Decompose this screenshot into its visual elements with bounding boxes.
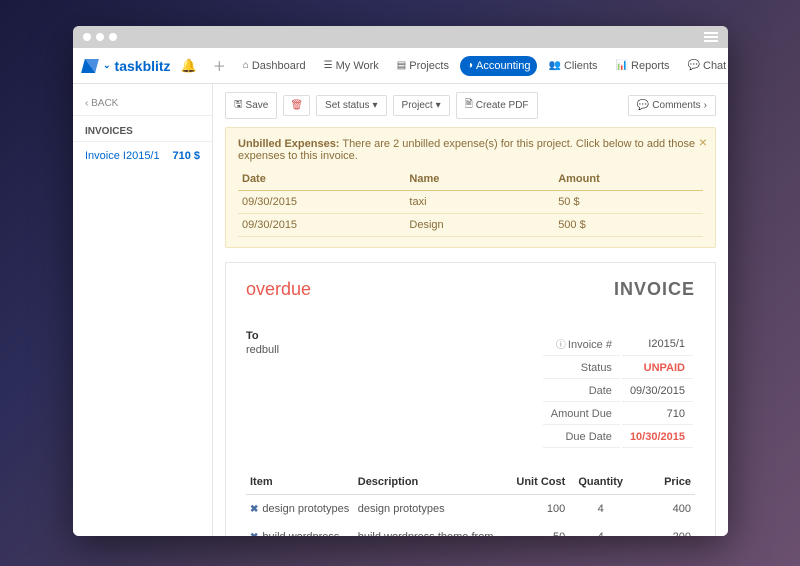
remove-item-icon[interactable]: ✖ xyxy=(250,504,258,515)
app-window: ⌄ taskblitz 🔔 ＋ ⌂Dashboard ☰My Work ▤Pro… xyxy=(73,26,728,536)
line-item-row: ✖design prototypesdesign prototypes10044… xyxy=(246,495,695,524)
menu-icon[interactable] xyxy=(704,32,718,42)
remove-item-icon[interactable]: ✖ xyxy=(250,532,258,536)
set-status-dropdown[interactable]: Set status ▾ xyxy=(316,95,387,116)
brand[interactable]: ⌄ taskblitz xyxy=(83,58,171,74)
titlebar xyxy=(73,26,728,48)
line-item-row: ✖build wordpress theme from the designbu… xyxy=(246,523,695,536)
chat-icon: 💬 xyxy=(688,60,700,71)
main-content: 🖫Save 🗑 Set status ▾ Project ▾ 🗎Create P… xyxy=(213,84,728,536)
caret-down-icon: ▾ xyxy=(436,100,441,111)
chart-icon: 📊 xyxy=(616,60,628,71)
nav-reports[interactable]: 📊Reports xyxy=(609,56,677,76)
alert-title: Unbilled Expenses: xyxy=(238,138,339,150)
expense-row[interactable]: 09/30/2015taxi50 $ xyxy=(238,191,703,214)
nav-clients[interactable]: 👥Clients xyxy=(541,56,604,76)
save-button[interactable]: 🖫Save xyxy=(225,92,277,119)
sidebar-invoice-item[interactable]: Invoice I2015/1 710 $ xyxy=(73,142,212,170)
book-icon: ◑ xyxy=(467,60,473,71)
chevron-right-icon: › xyxy=(704,100,707,111)
plus-icon[interactable]: ＋ xyxy=(207,56,232,75)
nav-chat[interactable]: 💬Chat xyxy=(681,56,728,76)
create-pdf-button[interactable]: 🗎Create PDF xyxy=(456,92,538,119)
navbar: ⌄ taskblitz 🔔 ＋ ⌂Dashboard ☰My Work ▤Pro… xyxy=(73,48,728,84)
nav-dashboard[interactable]: ⌂Dashboard xyxy=(236,56,313,76)
home-icon: ⌂ xyxy=(243,60,249,71)
unbilled-expenses-alert: × Unbilled Expenses: There are 2 unbille… xyxy=(225,127,716,248)
invoice-meta: ⓘInvoice #I2015/1 StatusUNPAID Date09/30… xyxy=(541,330,695,450)
save-icon: 🖫 xyxy=(234,97,243,114)
close-icon[interactable]: × xyxy=(699,134,707,150)
window-controls[interactable] xyxy=(83,33,117,41)
comment-icon: 💬 xyxy=(637,100,649,111)
overdue-badge: overdue xyxy=(246,279,311,300)
sidebar-heading: INVOICES xyxy=(73,116,212,142)
nav-projects[interactable]: ▤Projects xyxy=(390,56,456,76)
logo-icon xyxy=(81,59,99,73)
expense-row[interactable]: 09/30/2015Design500 $ xyxy=(238,214,703,237)
pdf-icon: 🗎 xyxy=(465,97,473,114)
to-block: To redbull xyxy=(246,330,279,450)
comments-button[interactable]: 💬Comments › xyxy=(628,95,716,116)
sidebar: ‹ BACK INVOICES Invoice I2015/1 710 $ xyxy=(73,84,213,536)
brand-name: taskblitz xyxy=(115,58,171,74)
invoice-heading: INVOICE xyxy=(614,279,695,300)
chevron-down-icon: ⌄ xyxy=(103,60,111,71)
project-dropdown[interactable]: Project ▾ xyxy=(393,95,450,116)
line-items-table: Item Description Unit Cost Quantity Pric… xyxy=(246,470,695,536)
info-icon[interactable]: ⓘ xyxy=(556,340,566,351)
trash-icon: 🗑 xyxy=(290,100,303,111)
toolbar: 🖫Save 🗑 Set status ▾ Project ▾ 🗎Create P… xyxy=(225,92,716,119)
bell-icon[interactable]: 🔔 xyxy=(175,58,203,74)
nav-accounting[interactable]: ◑Accounting xyxy=(460,56,537,76)
caret-down-icon: ▾ xyxy=(373,100,378,111)
delete-button[interactable]: 🗑 xyxy=(283,95,310,116)
nav-mywork[interactable]: ☰My Work xyxy=(317,56,386,76)
briefcase-icon: ☰ xyxy=(324,60,333,71)
users-icon: 👥 xyxy=(548,60,560,71)
back-button[interactable]: ‹ BACK xyxy=(73,92,212,116)
expenses-table: Date Name Amount 09/30/2015taxi50 $ 09/3… xyxy=(238,168,703,237)
invoice-card: overdue INVOICE To redbull ⓘInvoice #I20… xyxy=(225,262,716,536)
folder-icon: ▤ xyxy=(397,60,406,71)
